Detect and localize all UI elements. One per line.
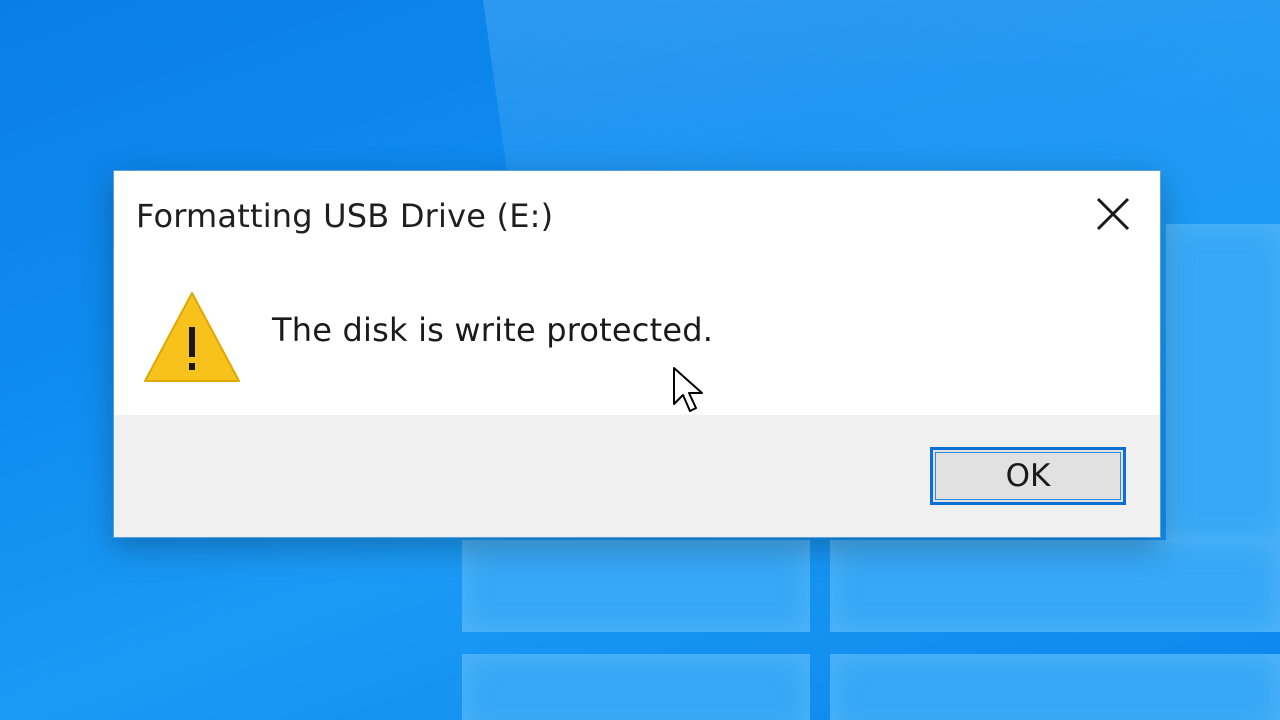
- windows-logo-pane: [462, 654, 810, 720]
- dialog-title: Formatting USB Drive (E:): [136, 197, 554, 235]
- windows-logo-pane: [1166, 224, 1280, 542]
- close-button[interactable]: [1092, 193, 1134, 235]
- windows-logo-pane: [462, 540, 810, 632]
- warning-icon: [144, 292, 240, 382]
- close-icon: [1096, 197, 1130, 231]
- dialog-message: The disk is write protected.: [272, 311, 714, 349]
- windows-logo-pane: [830, 654, 1280, 720]
- windows-logo-pane: [830, 540, 1280, 632]
- ok-button[interactable]: OK: [930, 447, 1126, 505]
- dialog-title-bar[interactable]: Formatting USB Drive (E:): [114, 171, 1160, 261]
- dialog-footer: OK: [114, 415, 1160, 537]
- focus-ring: [935, 452, 1121, 500]
- dialog-content: The disk is write protected.: [114, 261, 1160, 415]
- arrow-cursor-icon: [673, 367, 703, 412]
- error-dialog: Formatting USB Drive (E:) The disk is wr…: [113, 170, 1161, 538]
